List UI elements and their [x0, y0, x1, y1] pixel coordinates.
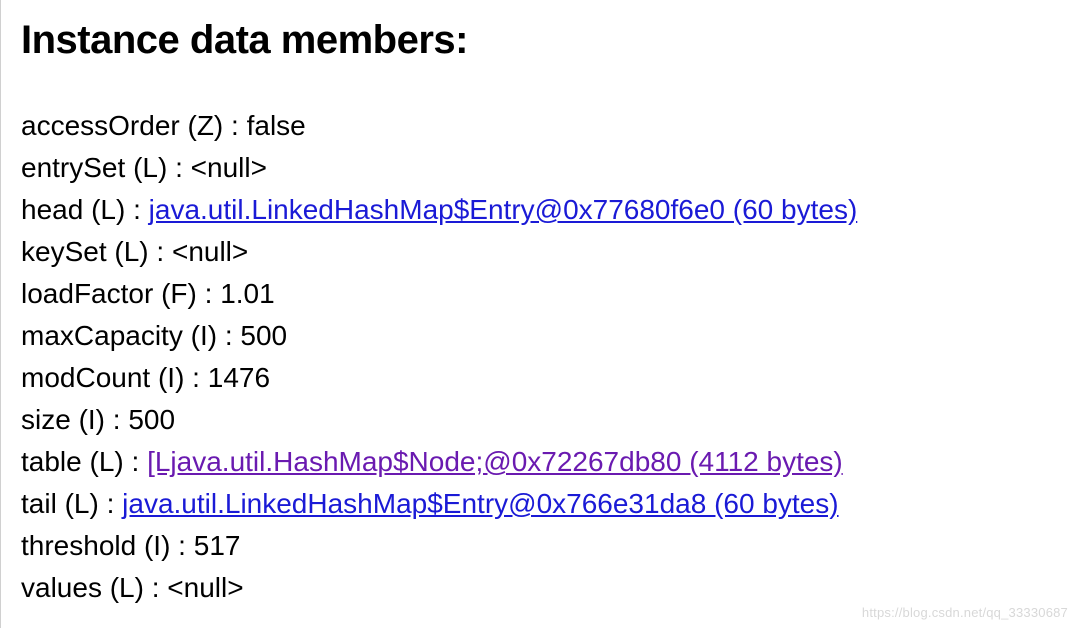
- member-value: 500: [128, 404, 175, 435]
- member-value-link[interactable]: java.util.LinkedHashMap$Entry@0x77680f6e…: [149, 194, 858, 225]
- member-name: threshold: [21, 530, 136, 561]
- kv-separator: :: [125, 194, 148, 225]
- member-type: (L): [65, 488, 99, 519]
- member-row: head (L) : java.util.LinkedHashMap$Entry…: [21, 189, 1060, 231]
- member-type: (L): [90, 446, 124, 477]
- kv-separator: :: [99, 488, 122, 519]
- member-row: threshold (I) : 517: [21, 525, 1060, 567]
- member-row: entrySet (L) : <null>: [21, 147, 1060, 189]
- member-row: modCount (I) : 1476: [21, 357, 1060, 399]
- member-value: 500: [240, 320, 287, 351]
- kv-separator: :: [167, 152, 190, 183]
- kv-separator: :: [105, 404, 128, 435]
- member-name: table: [21, 446, 82, 477]
- member-row: accessOrder (Z) : false: [21, 105, 1060, 147]
- member-row: table (L) : [Ljava.util.HashMap$Node;@0x…: [21, 441, 1060, 483]
- member-type: (Z): [188, 110, 224, 141]
- member-type: (I): [158, 362, 184, 393]
- member-value: 1.01: [220, 278, 275, 309]
- kv-separator: :: [144, 572, 167, 603]
- kv-separator: :: [217, 320, 240, 351]
- member-name: maxCapacity: [21, 320, 183, 351]
- member-name: keySet: [21, 236, 107, 267]
- member-row: keySet (L) : <null>: [21, 231, 1060, 273]
- member-type: (F): [161, 278, 197, 309]
- member-type: (L): [114, 236, 148, 267]
- member-type: (I): [191, 320, 217, 351]
- member-row: values (L) : <null>: [21, 567, 1060, 609]
- member-row: loadFactor (F) : 1.01: [21, 273, 1060, 315]
- member-value-link[interactable]: [Ljava.util.HashMap$Node;@0x72267db80 (4…: [147, 446, 843, 477]
- watermark: https://blog.csdn.net/qq_33330687: [862, 605, 1068, 620]
- member-value: false: [247, 110, 306, 141]
- member-type: (I): [79, 404, 105, 435]
- kv-separator: :: [170, 530, 193, 561]
- section-title: Instance data members:: [21, 18, 1060, 63]
- member-row: tail (L) : java.util.LinkedHashMap$Entry…: [21, 483, 1060, 525]
- member-row: maxCapacity (I) : 500: [21, 315, 1060, 357]
- member-type: (L): [110, 572, 144, 603]
- member-name: head: [21, 194, 83, 225]
- member-row: size (I) : 500: [21, 399, 1060, 441]
- member-name: entrySet: [21, 152, 125, 183]
- member-name: modCount: [21, 362, 150, 393]
- member-name: loadFactor: [21, 278, 153, 309]
- member-value: 1476: [208, 362, 270, 393]
- member-type: (L): [133, 152, 167, 183]
- member-name: size: [21, 404, 71, 435]
- member-type: (L): [91, 194, 125, 225]
- member-value: <null>: [172, 236, 248, 267]
- kv-separator: :: [223, 110, 246, 141]
- kv-separator: :: [124, 446, 147, 477]
- kv-separator: :: [197, 278, 220, 309]
- kv-separator: :: [149, 236, 172, 267]
- member-name: values: [21, 572, 102, 603]
- member-name: tail: [21, 488, 57, 519]
- member-name: accessOrder: [21, 110, 180, 141]
- member-value-link[interactable]: java.util.LinkedHashMap$Entry@0x766e31da…: [122, 488, 838, 519]
- kv-separator: :: [184, 362, 207, 393]
- member-value: 517: [194, 530, 241, 561]
- member-value: <null>: [167, 572, 243, 603]
- member-value: <null>: [191, 152, 267, 183]
- member-list: accessOrder (Z) : false entrySet (L) : <…: [21, 105, 1060, 609]
- member-type: (I): [144, 530, 170, 561]
